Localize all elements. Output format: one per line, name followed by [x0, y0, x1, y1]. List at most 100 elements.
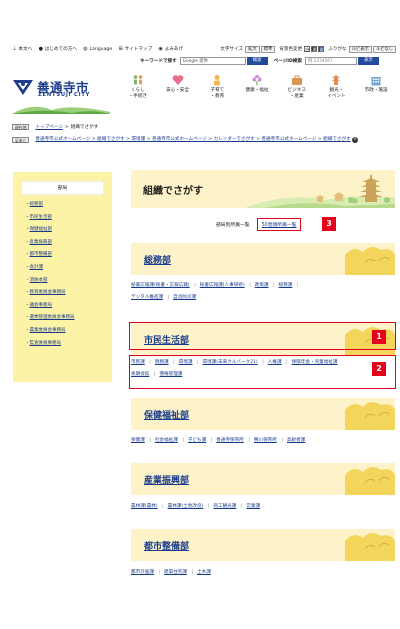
office-link[interactable]: 鴨川保育所	[254, 438, 277, 443]
office-link[interactable]: 農林課(土地改良)	[168, 504, 204, 509]
divider: |	[182, 438, 184, 443]
city-emblem-icon	[13, 80, 33, 95]
sidebar-item[interactable]: 議会事務局	[25, 303, 75, 316]
office-link[interactable]: 秘書広報課(秘書・広報広聴)	[131, 283, 190, 288]
site-logo[interactable]: 善通寺市 ZENTSUJI CITY	[12, 74, 112, 114]
department-header-toshi: 都市整備部	[131, 529, 395, 561]
department-sidebar: 部局 総務部 市民生活部 保健福祉部 産業振興部 都市整備部 会計課 消防本部 …	[13, 172, 112, 382]
sidebar-item[interactable]: 総務部	[25, 202, 75, 215]
breadcrumb-current: 組織でさがす	[70, 125, 99, 130]
skip-to-content-link[interactable]: ⇣ 本文へ	[12, 46, 32, 52]
sidebar-item[interactable]: 監査委員事務局	[25, 341, 75, 354]
sidebar-item[interactable]: 選挙管理委員会事務局	[25, 315, 75, 328]
font-standard-button[interactable]: 標準	[260, 45, 276, 53]
annotation-badge-2: 2	[372, 362, 386, 376]
speaker-icon: ◉	[158, 45, 163, 52]
sidebar-item[interactable]: 都市整備部	[25, 252, 75, 265]
sidebar-item[interactable]: 教育委員会事務局	[25, 290, 75, 303]
keyword-search-button[interactable]: 検索	[246, 56, 268, 65]
page-id-button[interactable]: 表示	[357, 56, 379, 65]
bg-color-label: 背景色変更	[279, 47, 303, 52]
keyword-search-input[interactable]: Google 提供	[179, 56, 246, 65]
annotation-badge-1: 1	[372, 330, 386, 344]
department-title-sangyo[interactable]: 産業振興部	[144, 473, 189, 486]
info-icon: ●	[38, 45, 43, 52]
department-list: 総務部 市民生活部 保健福祉部 産業振興部 都市整備部 会計課 消防本部 教育委…	[25, 202, 75, 353]
ruby-on-button[interactable]: ルビ表示	[348, 45, 372, 53]
sitemap-icon: ⊞	[118, 45, 123, 52]
sidebar-item[interactable]: 産業振興部	[25, 240, 75, 253]
cloud-decoration	[345, 246, 395, 275]
nav-item-health[interactable]: 健康・福祉	[237, 74, 277, 108]
office-link[interactable]: 農林課(農林)	[131, 504, 158, 509]
global-nav: くらし ・手続き 安心・安全 子育て ・教育 健康・福祉 ビジネス ・産業 観光…	[118, 74, 396, 108]
nav-item-tourism[interactable]: 観光・ イベント	[317, 74, 357, 108]
office-link[interactable]: 善通寺保育所	[216, 438, 244, 443]
cloud-decoration	[345, 466, 395, 495]
page-id-input[interactable]: 例 1234567	[304, 56, 357, 65]
first-visit-link[interactable]: ● はじめての方へ	[38, 46, 77, 52]
office-link[interactable]: 秘書広報課(人事研修)	[200, 283, 245, 288]
history-trail-links[interactable]: 善通寺市公式ホームページ > 組織でさがす > 環境課 > 善通寺市公式ホームペ…	[35, 137, 350, 142]
office-link[interactable]: 子ども課	[188, 438, 206, 443]
department-header-sangyo: 産業振興部	[131, 463, 395, 495]
divider: |	[194, 283, 196, 288]
sidebar-item[interactable]: 農業委員会事務局	[25, 328, 75, 341]
office-link[interactable]: デジタル推進課	[131, 295, 163, 300]
sidebar-item[interactable]: 市民生活部	[25, 215, 75, 228]
flower-icon	[252, 75, 262, 86]
office-link[interactable]: 土木課	[197, 570, 211, 575]
globe-icon: ◍	[83, 45, 88, 52]
nav-item-living[interactable]: くらし ・手続き	[118, 74, 158, 108]
language-link[interactable]: ◍ Language	[83, 45, 112, 52]
nav-item-city[interactable]: 市政・施設	[356, 74, 396, 108]
arrow-down-icon: ⇣	[12, 45, 17, 52]
department-title-somu[interactable]: 総務部	[144, 253, 171, 266]
sitemap-link[interactable]: ⊞ サイトマップ	[118, 45, 153, 52]
office-link[interactable]: 政策課	[255, 283, 269, 288]
search-bar: キーワードで探す Google 提供 検索 ページID検索 例 1234567 …	[140, 56, 394, 65]
aiueo-list-link[interactable]: 50音順所属一覧	[262, 223, 297, 228]
highlight-box-1	[129, 322, 396, 350]
office-link[interactable]: 自治防災課	[173, 295, 196, 300]
nav-item-safety[interactable]: 安心・安全	[158, 74, 198, 108]
ruby-off-button[interactable]: ルビなし	[372, 45, 396, 53]
bg-blue-button[interactable]: 青	[318, 46, 325, 52]
highlight-box-2	[129, 355, 396, 389]
divider: |	[273, 283, 275, 288]
divider: |	[248, 438, 250, 443]
divider: |	[249, 283, 251, 288]
nav-item-childcare[interactable]: 子育て ・教育	[197, 74, 237, 108]
office-link[interactable]: 社会福祉課	[155, 438, 178, 443]
office-link[interactable]: 総務課	[279, 283, 293, 288]
office-link[interactable]: 都市計画課	[131, 570, 154, 575]
nav-item-business[interactable]: ビジネス ・産業	[277, 74, 317, 108]
history-trail: 善通寺市公式ホームページ > 組織でさがす > 環境課 > 善通寺市公式ホームペ…	[35, 136, 385, 143]
office-link[interactable]: 商工観光課	[213, 504, 236, 509]
office-link[interactable]: 高齢者課	[287, 438, 305, 443]
briefcase-icon	[291, 75, 302, 85]
sidebar-item[interactable]: 会計課	[25, 265, 75, 278]
bg-black-button[interactable]: 黒	[311, 46, 318, 52]
department-title-toshi[interactable]: 都市整備部	[144, 539, 189, 552]
annotation-badge-3: 3	[322, 217, 336, 231]
breadcrumb-home-link[interactable]: トップページ	[35, 124, 62, 130]
clear-history-icon[interactable]: ×	[352, 137, 359, 143]
office-link[interactable]: 建築住宅課	[164, 570, 187, 575]
sidebar-item[interactable]: 消防本部	[25, 278, 75, 291]
font-enlarge-button[interactable]: 拡大	[245, 45, 260, 53]
department-header-hoken: 保健福祉部	[131, 398, 395, 430]
department-title-hoken[interactable]: 保健福祉部	[144, 408, 189, 421]
divider: |	[191, 570, 194, 575]
office-link[interactable]: 営業課	[246, 504, 260, 509]
read-aloud-link[interactable]: ◉ よみあげ	[158, 45, 184, 52]
breadcrumb-separator: >	[64, 124, 69, 130]
current-location-tag: 現在地	[12, 124, 30, 130]
bg-white-button[interactable]: 白	[304, 46, 311, 52]
office-link[interactable]: 保健課	[131, 438, 145, 443]
keyword-search-label: キーワードで探す	[140, 58, 177, 64]
aiueo-list-highlight: 50音順所属一覧	[256, 218, 302, 231]
divider: |	[281, 438, 283, 443]
sidebar-item[interactable]: 保健福祉部	[25, 227, 75, 240]
divider: |	[149, 438, 151, 443]
